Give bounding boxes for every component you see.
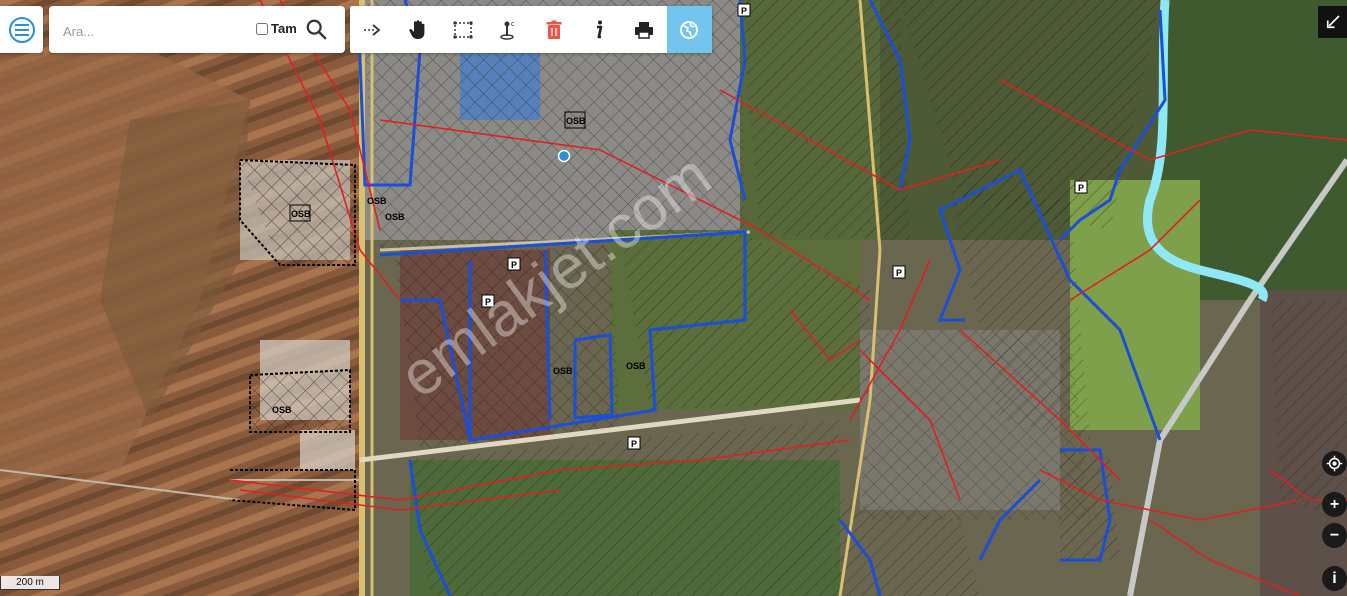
tool-navigate-button[interactable]	[350, 6, 395, 53]
locate-button[interactable]	[1322, 451, 1347, 476]
tam-option[interactable]: Tam	[256, 21, 297, 36]
fullscreen-button[interactable]	[1318, 6, 1347, 38]
search-input[interactable]	[61, 18, 245, 44]
hand-pan-icon	[409, 19, 425, 39]
search-box: Tam	[49, 6, 345, 53]
zoom-out-button[interactable]: −	[1322, 523, 1347, 548]
target-icon	[1326, 455, 1343, 472]
zone-label-osb: OSB	[367, 196, 387, 206]
layers-globe-icon	[680, 20, 699, 39]
collapse-arrow-icon	[1326, 15, 1340, 29]
location-pin-icon: c	[500, 21, 515, 40]
hamburger-menu-icon	[8, 16, 35, 43]
zone-label-osb: OSB	[626, 361, 646, 371]
trash-icon	[546, 20, 562, 39]
arrow-right-icon	[363, 23, 381, 36]
print-icon	[635, 21, 654, 39]
zone-label-osb: OSB	[385, 212, 405, 222]
current-location-marker[interactable]	[557, 149, 571, 163]
tool-coordinate-button[interactable]: c	[486, 6, 531, 53]
tam-checkbox[interactable]	[256, 22, 268, 35]
parking-label: P	[1078, 183, 1084, 193]
tool-delete-button[interactable]	[531, 6, 576, 53]
zone-label-osb: OSB	[291, 209, 311, 219]
tool-layers-button[interactable]	[666, 6, 712, 53]
tam-label: Tam	[271, 21, 297, 36]
info-icon	[596, 20, 603, 38]
menu-button[interactable]	[0, 6, 43, 53]
tool-print-button[interactable]	[622, 6, 667, 53]
tool-pan-button[interactable]	[395, 6, 440, 53]
zone-label-osb: OSB	[553, 366, 573, 376]
parking-label: P	[896, 268, 902, 278]
tool-info-button[interactable]	[576, 6, 621, 53]
map-info-button[interactable]: i	[1322, 566, 1347, 591]
map-toolbar: c	[350, 6, 712, 53]
scale-bar: 200 m	[0, 576, 60, 590]
zone-label-osb: OSB	[566, 116, 586, 126]
zoom-in-button[interactable]: +	[1322, 492, 1347, 517]
search-icon[interactable]	[305, 18, 327, 40]
svg-text:c: c	[511, 21, 515, 28]
map-canvas[interactable]: OSB OSB OSB OSB OSB OSB OSB P P P P P P …	[0, 0, 1347, 596]
tool-select-area-button[interactable]	[441, 6, 486, 53]
parking-label: P	[741, 6, 747, 16]
select-area-icon	[453, 21, 473, 38]
parking-label: P	[631, 439, 637, 449]
zone-label-osb: OSB	[272, 405, 292, 415]
